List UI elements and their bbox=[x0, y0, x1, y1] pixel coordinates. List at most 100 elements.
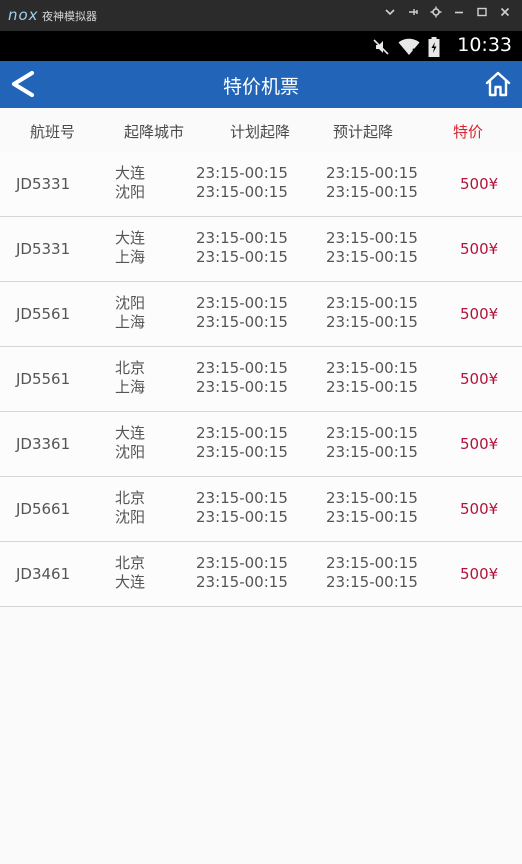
status-bar: 10:33 bbox=[0, 31, 522, 61]
planned-times: 23:15-00:15 23:15-00:15 bbox=[196, 554, 288, 592]
column-special-price: 特价 bbox=[453, 123, 484, 141]
nox-logo: nox bbox=[8, 6, 39, 24]
planned-time: 23:15-00:15 bbox=[196, 443, 288, 461]
departure-city: 沈阳 bbox=[115, 294, 146, 312]
departure-city: 大连 bbox=[115, 424, 146, 442]
column-planned-times: 计划起降 bbox=[230, 123, 291, 141]
price: 500¥ bbox=[460, 435, 499, 453]
departure-city: 大连 bbox=[115, 229, 146, 247]
flight-row[interactable]: JD5661 北京 沈阳 23:15-00:15 23:15-00:15 23:15… bbox=[0, 477, 522, 542]
planned-time: 23:15-00:15 bbox=[196, 378, 288, 396]
arrival-city: 大连 bbox=[115, 573, 146, 591]
app-header: 特价机票 bbox=[0, 61, 522, 108]
home-icon[interactable] bbox=[484, 70, 512, 98]
battery-charging-icon bbox=[428, 37, 440, 61]
planned-times: 23:15-00:15 23:15-00:15 bbox=[196, 164, 288, 202]
planned-times: 23:15-00:15 23:15-00:15 bbox=[196, 294, 288, 332]
page-title: 特价机票 bbox=[222, 76, 299, 98]
estimated-times: 23:15-00:15 23:15-00:15 bbox=[326, 229, 418, 267]
arrival-city: 沈阳 bbox=[115, 183, 146, 201]
arrival-city: 上海 bbox=[115, 378, 146, 396]
column-estimated-times: 预计起降 bbox=[333, 123, 394, 141]
arrival-city: 沈阳 bbox=[115, 508, 146, 526]
estimated-times: 23:15-00:15 23:15-00:15 bbox=[326, 359, 418, 397]
planned-time: 23:15-00:15 bbox=[196, 248, 288, 266]
flight-number: JD5661 bbox=[16, 500, 71, 518]
planned-time: 23:15-00:15 bbox=[196, 489, 288, 507]
planned-time: 23:15-00:15 bbox=[196, 573, 288, 591]
estimated-time: 23:15-00:15 bbox=[326, 164, 418, 182]
cities: 沈阳 上海 bbox=[115, 294, 145, 332]
departure-city: 北京 bbox=[115, 359, 146, 377]
cities: 北京 上海 bbox=[115, 359, 145, 397]
estimated-time: 23:15-00:15 bbox=[326, 313, 418, 331]
price: 500¥ bbox=[460, 175, 499, 193]
estimated-times: 23:15-00:15 23:15-00:15 bbox=[326, 164, 418, 202]
arrival-city: 上海 bbox=[115, 313, 146, 331]
departure-city: 北京 bbox=[115, 554, 146, 572]
column-headers: 航班号 起降城市 计划起降 预计起降 特价 bbox=[0, 108, 522, 152]
flight-row[interactable]: JD5561 沈阳 上海 23:15-00:15 23:15-00:15 23:15… bbox=[0, 282, 522, 347]
emulator-title: 夜神模拟器 bbox=[42, 10, 97, 23]
column-cities: 起降城市 bbox=[124, 123, 185, 141]
price: 500¥ bbox=[460, 240, 499, 258]
estimated-time: 23:15-00:15 bbox=[326, 443, 418, 461]
close-icon[interactable] bbox=[493, 6, 516, 24]
cities: 大连 沈阳 bbox=[115, 164, 145, 202]
estimated-times: 23:15-00:15 23:15-00:15 bbox=[326, 424, 418, 462]
planned-times: 23:15-00:15 23:15-00:15 bbox=[196, 359, 288, 397]
wifi-icon bbox=[398, 38, 420, 60]
flight-number: JD5331 bbox=[16, 175, 71, 193]
planned-time: 23:15-00:15 bbox=[196, 554, 288, 572]
flight-row[interactable]: JD5561 北京 上海 23:15-00:15 23:15-00:15 23:15… bbox=[0, 347, 522, 412]
estimated-time: 23:15-00:15 bbox=[326, 424, 418, 442]
minimize-icon[interactable] bbox=[447, 6, 470, 24]
flight-number: JD5331 bbox=[16, 240, 71, 258]
flight-number: JD3461 bbox=[16, 565, 71, 583]
chevron-down-icon[interactable] bbox=[378, 6, 401, 24]
maximize-icon[interactable] bbox=[470, 6, 493, 24]
gear-icon[interactable] bbox=[424, 6, 447, 24]
planned-time: 23:15-00:15 bbox=[196, 508, 288, 526]
estimated-time: 23:15-00:15 bbox=[326, 294, 418, 312]
planned-times: 23:15-00:15 23:15-00:15 bbox=[196, 229, 288, 267]
status-time: 10:33 bbox=[457, 34, 512, 56]
cities: 大连 上海 bbox=[115, 229, 145, 267]
departure-city: 北京 bbox=[115, 489, 146, 507]
estimated-time: 23:15-00:15 bbox=[326, 554, 418, 572]
arrival-city: 上海 bbox=[115, 248, 146, 266]
price: 500¥ bbox=[460, 370, 499, 388]
flight-number: JD3361 bbox=[16, 435, 71, 453]
flight-number: JD5561 bbox=[16, 370, 71, 388]
planned-times: 23:15-00:15 23:15-00:15 bbox=[196, 489, 288, 527]
flight-list: JD5331 大连 沈阳 23:15-00:15 23:15-00:15 23:15… bbox=[0, 152, 522, 607]
cities: 大连 沈阳 bbox=[115, 424, 145, 462]
estimated-time: 23:15-00:15 bbox=[326, 489, 418, 507]
planned-time: 23:15-00:15 bbox=[196, 294, 288, 312]
planned-time: 23:15-00:15 bbox=[196, 424, 288, 442]
flight-number: JD5561 bbox=[16, 305, 71, 323]
price: 500¥ bbox=[460, 565, 499, 583]
empty-list-area bbox=[0, 607, 522, 864]
estimated-times: 23:15-00:15 23:15-00:15 bbox=[326, 294, 418, 332]
price: 500¥ bbox=[460, 305, 499, 323]
pin-icon[interactable] bbox=[401, 6, 424, 24]
arrival-city: 沈阳 bbox=[115, 443, 146, 461]
estimated-time: 23:15-00:15 bbox=[326, 229, 418, 247]
planned-time: 23:15-00:15 bbox=[196, 313, 288, 331]
estimated-time: 23:15-00:15 bbox=[326, 573, 418, 591]
planned-times: 23:15-00:15 23:15-00:15 bbox=[196, 424, 288, 462]
estimated-time: 23:15-00:15 bbox=[326, 378, 418, 396]
planned-time: 23:15-00:15 bbox=[196, 359, 288, 377]
flight-row[interactable]: JD3361 大连 沈阳 23:15-00:15 23:15-00:15 23:15… bbox=[0, 412, 522, 477]
estimated-time: 23:15-00:15 bbox=[326, 183, 418, 201]
flight-row[interactable]: JD5331 大连 上海 23:15-00:15 23:15-00:15 23:15… bbox=[0, 217, 522, 282]
cities: 北京 沈阳 bbox=[115, 489, 145, 527]
estimated-times: 23:15-00:15 23:15-00:15 bbox=[326, 489, 418, 527]
estimated-time: 23:15-00:15 bbox=[326, 359, 418, 377]
price: 500¥ bbox=[460, 500, 499, 518]
column-flight-number: 航班号 bbox=[30, 123, 76, 141]
planned-time: 23:15-00:15 bbox=[196, 164, 288, 182]
flight-row[interactable]: JD5331 大连 沈阳 23:15-00:15 23:15-00:15 23:15… bbox=[0, 152, 522, 217]
flight-row[interactable]: JD3461 北京 大连 23:15-00:15 23:15-00:15 23:15… bbox=[0, 542, 522, 607]
